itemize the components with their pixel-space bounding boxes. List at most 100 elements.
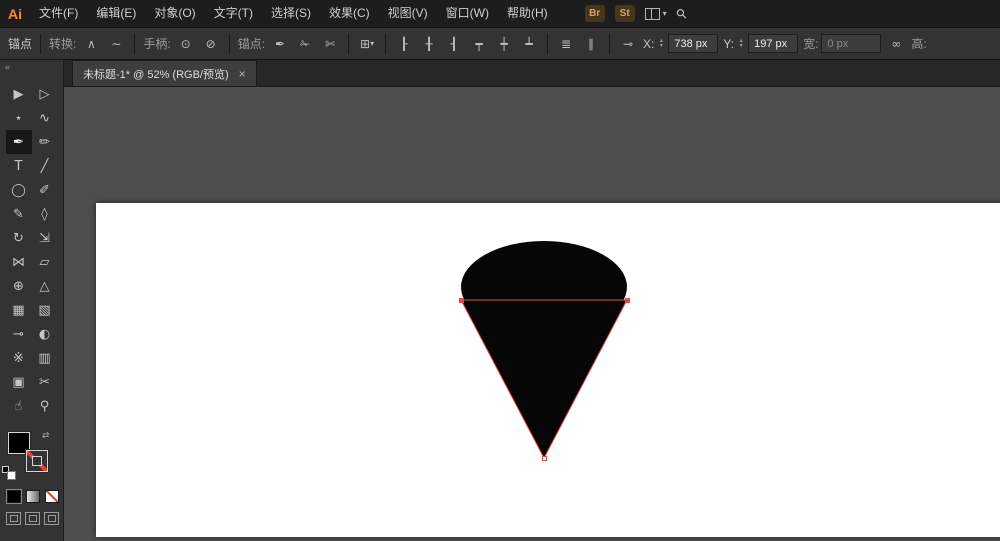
shaper-tool[interactable]: ◊: [32, 202, 58, 226]
eyedropper-tool[interactable]: ⊸: [6, 322, 32, 346]
height-label: 高:: [911, 37, 927, 51]
draw-behind-button[interactable]: [25, 512, 40, 525]
workspace-icon: [644, 7, 660, 20]
draw-normal-button[interactable]: [6, 512, 21, 525]
isolate-selection-icon[interactable]: ⊞ ▾: [357, 34, 377, 54]
anchor-point[interactable]: [458, 297, 464, 303]
menu-item-object[interactable]: 对象(O): [145, 6, 204, 20]
search-icon[interactable]: ⚲: [672, 4, 690, 22]
slice-tool[interactable]: ✂: [32, 370, 58, 394]
x-input[interactable]: 738 px: [668, 34, 719, 53]
symbol-sprayer-tool[interactable]: ※: [6, 346, 32, 370]
width-tool[interactable]: ⋈: [6, 250, 32, 274]
convert-corner-icon[interactable]: ∧: [81, 34, 101, 54]
x-field: X: ▴ ▾ 738 px: [643, 34, 719, 53]
control-bar: 锚点 转换: ∧ ∼ 手柄: ⊙ ⊘ 锚点: ✒ ✁ ✄ ⊞ ▾ ┠ ╂ ┨ ┯ …: [0, 27, 1000, 60]
document-tab[interactable]: 未标题-1* @ 52% (RGB/预览) ×: [72, 60, 257, 86]
align-right-icon[interactable]: ┨: [444, 34, 464, 54]
selection-tool[interactable]: ▶: [6, 82, 32, 106]
type-tool[interactable]: T: [6, 154, 32, 178]
separator: [609, 33, 611, 54]
menu-item-edit[interactable]: 编辑(E): [87, 6, 145, 20]
align-left-icon[interactable]: ┠: [394, 34, 414, 54]
chevron-down-icon: ▾: [370, 39, 375, 48]
draw-inside-button[interactable]: [44, 512, 59, 525]
align-vcenter-icon[interactable]: ┿: [494, 34, 514, 54]
artboard[interactable]: [96, 203, 1000, 537]
workspace-switcher[interactable]: ▾: [644, 7, 667, 20]
gradient-button[interactable]: [26, 490, 40, 503]
pencil-tool[interactable]: ✎: [6, 202, 32, 226]
magic-wand-tool[interactable]: ⋆: [6, 106, 32, 130]
x-stepper[interactable]: ▴ ▾: [657, 38, 665, 49]
shape-builder-tool[interactable]: ⊕: [6, 274, 32, 298]
perspective-grid-tool[interactable]: △: [32, 274, 58, 298]
fill-stroke-swatches: ⇄: [0, 430, 63, 480]
cut-path-icon[interactable]: ✄: [320, 34, 340, 54]
paintbrush-tool[interactable]: ✐: [32, 178, 58, 202]
menu-item-type[interactable]: 文字(T): [205, 6, 262, 20]
color-button[interactable]: [6, 489, 22, 504]
collapse-panel-icon[interactable]: «: [0, 60, 63, 76]
y-input[interactable]: 197 px: [748, 34, 799, 53]
align-hcenter-icon[interactable]: ╂: [419, 34, 439, 54]
line-segment-tool[interactable]: ╱: [32, 154, 58, 178]
menu-item-window[interactable]: 窗口(W): [437, 6, 498, 20]
separator: [547, 33, 549, 54]
stroke-swatch[interactable]: [26, 450, 48, 472]
free-transform-tool[interactable]: ▱: [32, 250, 58, 274]
pen-tool[interactable]: ✒: [5, 130, 32, 154]
canvas[interactable]: [64, 87, 1000, 541]
width-label: 宽:: [803, 37, 819, 51]
convert-smooth-icon[interactable]: ∼: [106, 34, 126, 54]
tool-panel: « ▶ ▷ ⋆ ∿ ✒ ✏ T ╱ ◯ ✐ ✎ ◊ ↻ ⇲ ⋈ ▱ ⊕ △ ▦ ▧ ⊸ ◐ ※ ▥ ▣ ✂ ☝ ⚲ ⇄: [0, 60, 64, 541]
link-dimensions-icon[interactable]: ∞: [886, 34, 906, 54]
menu-item-view[interactable]: 视图(V): [379, 6, 437, 20]
show-handles-icon[interactable]: ⊙: [176, 34, 196, 54]
blend-tool[interactable]: ◐: [32, 322, 58, 346]
menu-item-select[interactable]: 选择(S): [262, 6, 320, 20]
shape-triangle[interactable]: [460, 299, 628, 460]
anchor-point[interactable]: [541, 455, 547, 461]
y-stepper[interactable]: ▴ ▾: [737, 38, 745, 49]
gradient-tool[interactable]: ▧: [32, 298, 58, 322]
lasso-tool[interactable]: ∿: [32, 106, 58, 130]
mesh-tool[interactable]: ▦: [6, 298, 32, 322]
context-label: 锚点: [8, 37, 33, 51]
close-icon[interactable]: ×: [239, 67, 246, 81]
bridge-icon[interactable]: Br: [584, 5, 605, 22]
remove-anchor-icon[interactable]: ✒: [270, 34, 290, 54]
stock-icon[interactable]: St: [614, 5, 635, 22]
hand-tool[interactable]: ☝: [6, 394, 32, 418]
distribute-horizontal-icon[interactable]: ∥: [581, 34, 601, 54]
align-bottom-icon[interactable]: ┷: [519, 34, 539, 54]
separator: [40, 33, 42, 54]
anchor-point[interactable]: [624, 297, 630, 303]
separator: [134, 33, 136, 54]
zoom-tool[interactable]: ⚲: [32, 394, 58, 418]
artboard-tool[interactable]: ▣: [6, 370, 32, 394]
document-tab-title: 未标题-1* @ 52% (RGB/预览): [83, 68, 229, 81]
main-menu: 文件(F) 编辑(E) 对象(O) 文字(T) 选择(S) 效果(C) 视图(V) 窗口(W)…: [30, 0, 557, 27]
distribute-vertical-icon[interactable]: ≣: [556, 34, 576, 54]
hide-handles-icon[interactable]: ⊘: [201, 34, 221, 54]
menu-item-file[interactable]: 文件(F): [30, 6, 87, 20]
swap-fill-stroke-icon[interactable]: ⇄: [42, 430, 50, 441]
direct-selection-tool[interactable]: ▷: [32, 82, 58, 106]
column-graph-tool[interactable]: ▥: [32, 346, 58, 370]
scale-tool[interactable]: ⇲: [32, 226, 58, 250]
drawn-shape[interactable]: [96, 203, 1000, 537]
align-to-selection-icon[interactable]: ⊸: [618, 34, 638, 54]
ellipse-tool[interactable]: ◯: [6, 178, 32, 202]
menu-item-help[interactable]: 帮助(H): [498, 6, 557, 20]
y-field: Y: ▴ ▾ 197 px: [723, 34, 799, 53]
width-field: 宽: 0 px: [803, 34, 882, 53]
add-anchor-icon[interactable]: ✁: [295, 34, 315, 54]
none-button[interactable]: [45, 490, 59, 503]
curvature-tool[interactable]: ✏: [32, 130, 58, 154]
rotate-tool[interactable]: ↻: [6, 226, 32, 250]
default-fill-stroke-icon[interactable]: [2, 466, 16, 480]
align-top-icon[interactable]: ┯: [469, 34, 489, 54]
width-input[interactable]: 0 px: [821, 34, 882, 53]
menu-item-effect[interactable]: 效果(C): [320, 6, 379, 20]
